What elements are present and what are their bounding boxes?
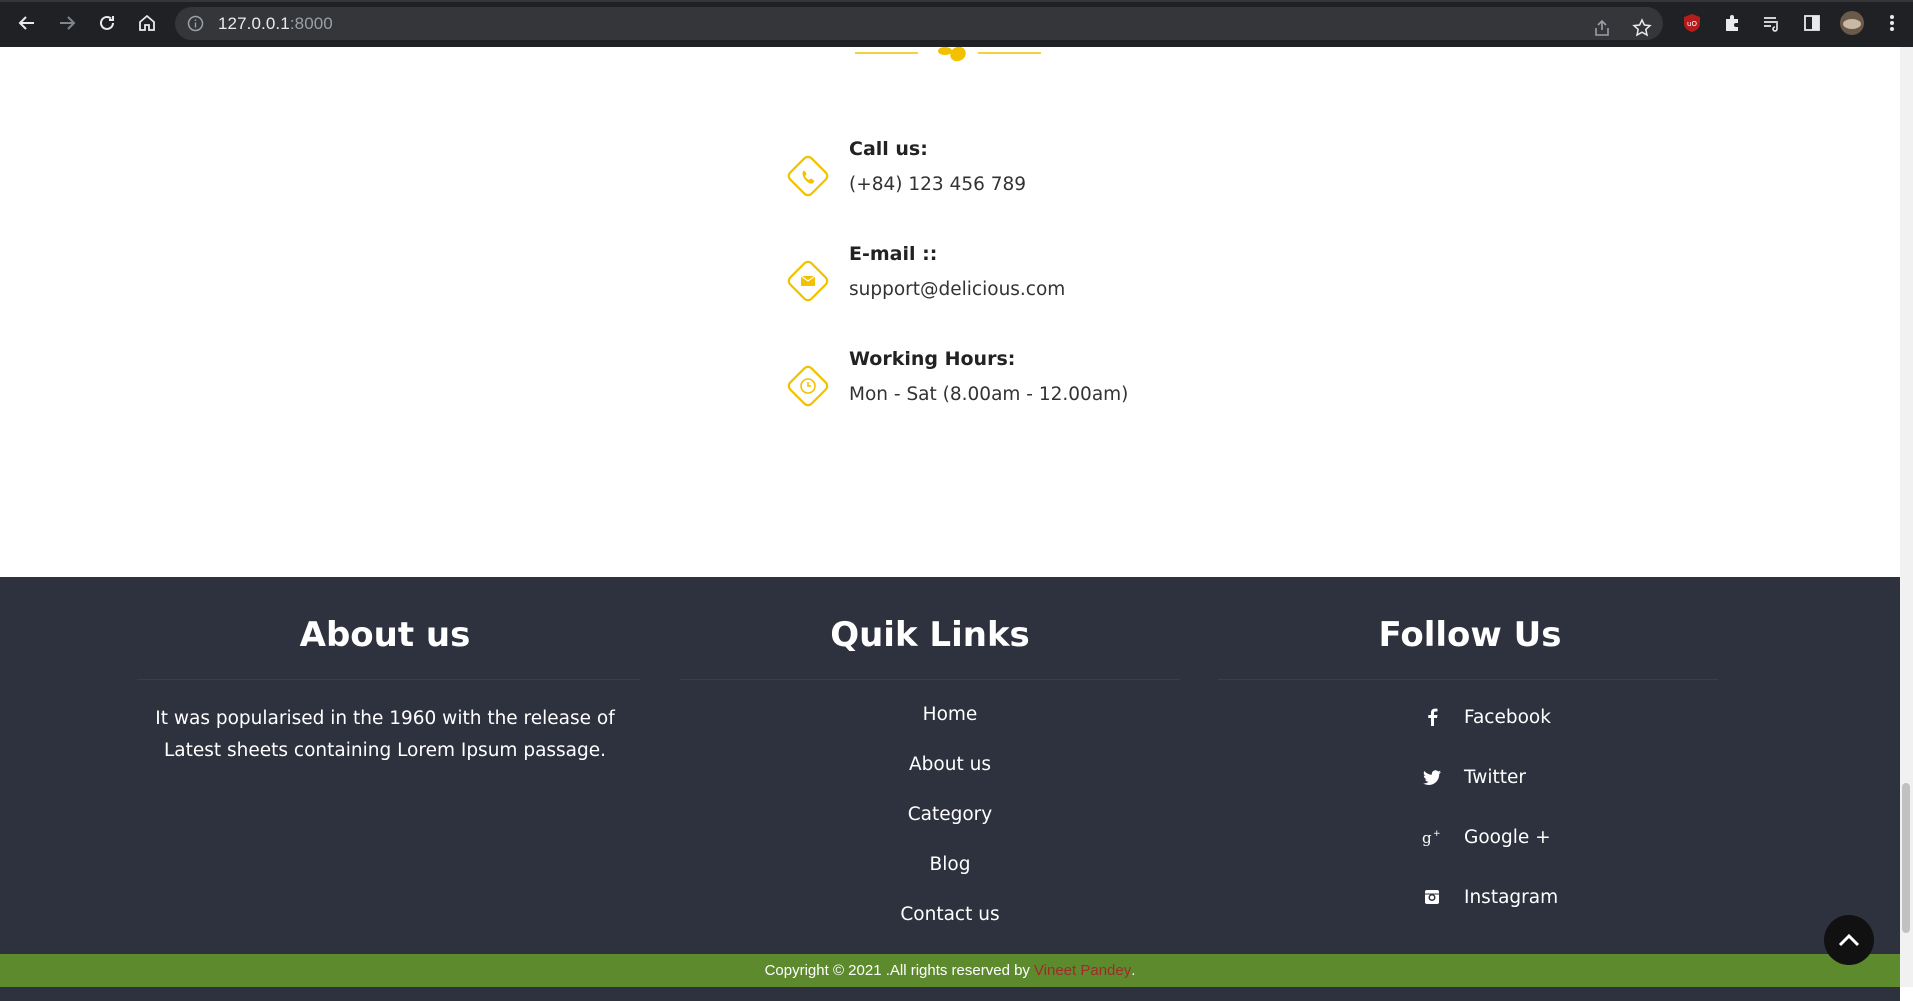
reload-icon bbox=[100, 15, 114, 30]
contact-label: E-mail :: bbox=[849, 243, 938, 265]
contact-value: (+84) 123 456 789 bbox=[849, 174, 1027, 195]
svg-text:uO: uO bbox=[1687, 20, 1697, 28]
quick-link-home[interactable]: Home bbox=[830, 704, 1070, 725]
quick-links-divider bbox=[680, 679, 1180, 680]
facebook-icon bbox=[1420, 705, 1444, 729]
google-plus-icon: g + bbox=[1420, 825, 1444, 849]
reload-button[interactable] bbox=[92, 9, 122, 37]
quick-link-contact[interactable]: Contact us bbox=[830, 904, 1070, 925]
social-google-plus[interactable]: g + Google + bbox=[1420, 823, 1551, 851]
social-label: Facebook bbox=[1464, 706, 1551, 728]
social-label: Twitter bbox=[1464, 766, 1527, 788]
tab-strip bbox=[0, 0, 1913, 2]
reading-list-button[interactable] bbox=[1758, 9, 1786, 37]
quick-link-blog[interactable]: Blog bbox=[830, 854, 1070, 875]
share-button[interactable] bbox=[1588, 14, 1616, 42]
browser-menu-button[interactable] bbox=[1878, 9, 1906, 37]
side-panel-icon bbox=[1804, 15, 1820, 31]
contact-value: support@delicious.com bbox=[849, 279, 1066, 300]
share-icon bbox=[1595, 19, 1609, 36]
about-divider bbox=[137, 679, 640, 680]
url-port: :8000 bbox=[289, 14, 333, 33]
back-arrow-icon bbox=[18, 16, 34, 30]
quick-link-category[interactable]: Category bbox=[830, 804, 1070, 825]
extensions-button[interactable] bbox=[1718, 9, 1746, 37]
ublock-extension-button[interactable]: uO bbox=[1678, 9, 1706, 37]
clock-icon bbox=[787, 365, 829, 407]
social-label: Instagram bbox=[1464, 886, 1559, 908]
scroll-to-top-button[interactable] bbox=[1824, 915, 1874, 965]
copyright-text: Copyright © 2021 .All rights reserved by bbox=[764, 962, 1030, 979]
back-button[interactable] bbox=[12, 9, 42, 37]
social-twitter[interactable]: Twitter bbox=[1420, 763, 1526, 791]
side-panel-button[interactable] bbox=[1798, 9, 1826, 37]
quick-links-title: Quik Links bbox=[830, 615, 1030, 655]
home-button[interactable] bbox=[132, 9, 162, 37]
svg-text:g: g bbox=[1422, 829, 1432, 846]
copyright-suffix: . bbox=[1131, 962, 1136, 979]
avatar-icon bbox=[1840, 11, 1864, 35]
follow-divider bbox=[1218, 679, 1718, 680]
social-facebook[interactable]: Facebook bbox=[1420, 703, 1551, 731]
reading-list-icon bbox=[1764, 17, 1778, 32]
author-link[interactable]: Vineet Pandey bbox=[1034, 962, 1131, 979]
url-text[interactable]: 127.0.0.1:8000 bbox=[218, 14, 333, 34]
instagram-icon bbox=[1420, 885, 1444, 909]
star-icon bbox=[1632, 18, 1652, 37]
site-info-icon[interactable] bbox=[187, 15, 204, 32]
forward-button[interactable] bbox=[52, 9, 82, 37]
browser-toolbar: 127.0.0.1:8000 uO bbox=[0, 0, 1913, 47]
scrollbar-thumb[interactable] bbox=[1902, 783, 1910, 933]
puzzle-icon bbox=[1726, 15, 1738, 31]
chevron-up-icon bbox=[1838, 933, 1860, 947]
contact-value: Mon - Sat (8.00am - 12.00am) bbox=[849, 384, 1129, 405]
forward-arrow-icon bbox=[60, 16, 76, 30]
follow-title: Follow Us bbox=[1378, 615, 1562, 655]
social-label: Google + bbox=[1464, 826, 1551, 848]
contact-label: Call us: bbox=[849, 138, 928, 160]
profile-avatar[interactable] bbox=[1838, 9, 1866, 37]
site-footer: About us It was popularised in the 1960 … bbox=[0, 577, 1900, 1001]
bookmark-button[interactable] bbox=[1628, 14, 1656, 42]
url-host: 127.0.0.1 bbox=[218, 14, 290, 33]
svg-text:+: + bbox=[1433, 829, 1441, 839]
about-text: It was popularised in the 1960 with the … bbox=[155, 708, 615, 761]
home-icon bbox=[139, 14, 155, 31]
contact-label: Working Hours: bbox=[849, 348, 1016, 370]
quick-link-about[interactable]: About us bbox=[830, 754, 1070, 775]
social-instagram[interactable]: Instagram bbox=[1420, 883, 1558, 911]
leaf-divider-icon bbox=[855, 47, 1041, 62]
envelope-icon bbox=[787, 260, 829, 302]
phone-icon bbox=[787, 155, 829, 197]
address-bar[interactable]: 127.0.0.1:8000 bbox=[175, 7, 1663, 40]
copyright-bar: Copyright © 2021 .All rights reserved by… bbox=[0, 954, 1900, 987]
ublock-icon: uO bbox=[1684, 14, 1700, 32]
about-title: About us bbox=[299, 615, 471, 655]
page-content: Call us: (+84) 123 456 789 E-mail :: sup… bbox=[0, 47, 1900, 1001]
twitter-icon bbox=[1420, 765, 1444, 789]
kebab-menu-icon bbox=[1890, 15, 1894, 31]
